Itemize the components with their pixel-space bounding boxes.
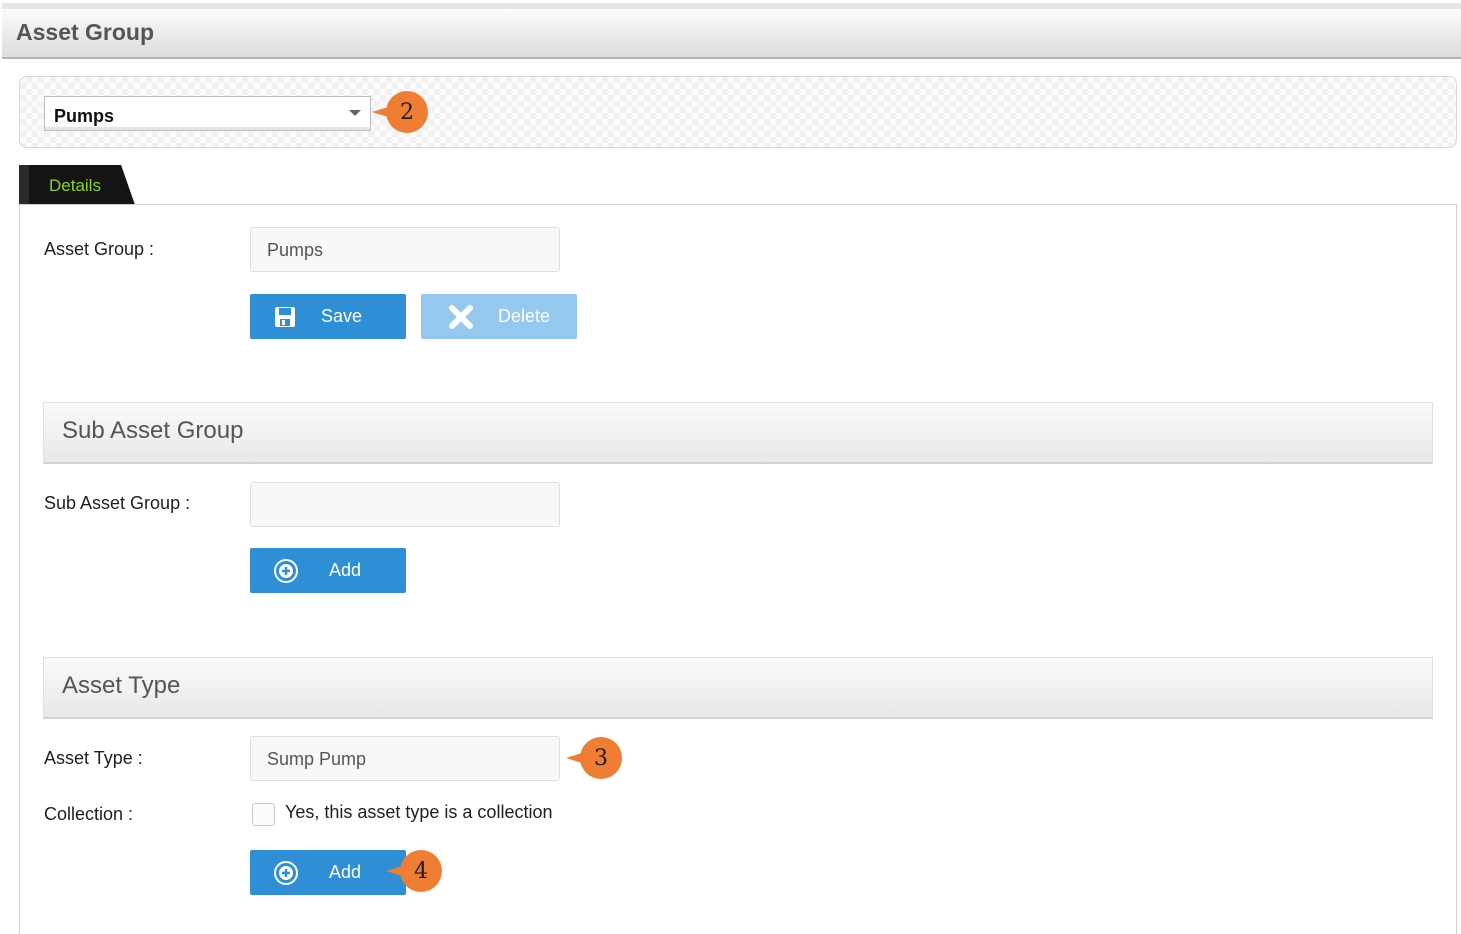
add-asset-type-button[interactable]: Add bbox=[250, 850, 406, 895]
page-title: Asset Group bbox=[16, 19, 155, 45]
delete-button[interactable]: Delete bbox=[421, 294, 577, 339]
asset-group-label: Asset Group : bbox=[44, 239, 155, 259]
page-header: Asset Group bbox=[2, 3, 1461, 59]
sub-asset-group-input[interactable] bbox=[250, 482, 560, 527]
add-asset-type-label: Add bbox=[329, 862, 362, 882]
asset-type-input[interactable]: Sump Pump bbox=[250, 736, 560, 781]
collection-checkbox-text[interactable]: Yes, this asset type is a collection bbox=[285, 802, 552, 823]
floppy-disk-icon bbox=[275, 307, 295, 327]
close-icon bbox=[449, 305, 473, 329]
save-button[interactable]: Save bbox=[250, 294, 406, 339]
plus-circle-icon bbox=[274, 559, 298, 583]
asset-type-input-value: Sump Pump bbox=[267, 749, 367, 769]
plus-circle-icon bbox=[274, 861, 298, 885]
tab-details[interactable]: Details bbox=[19, 165, 135, 205]
asset-group-dropdown[interactable]: Pumps bbox=[44, 96, 371, 131]
tab-edge bbox=[19, 165, 29, 205]
add-sub-asset-group-label: Add bbox=[329, 560, 362, 580]
asset-type-label: Asset Type : bbox=[44, 748, 143, 768]
sub-asset-group-section-header: Sub Asset Group bbox=[43, 402, 1433, 464]
asset-group-input-value: Pumps bbox=[267, 240, 324, 260]
delete-button-label: Delete bbox=[498, 306, 551, 326]
chevron-down-icon[interactable] bbox=[349, 110, 361, 116]
collection-checkbox[interactable] bbox=[252, 803, 275, 826]
tab-details-label: Details bbox=[49, 176, 101, 195]
asset-group-dropdown-value: Pumps bbox=[54, 106, 115, 126]
sub-asset-group-section-title: Sub Asset Group bbox=[62, 417, 244, 444]
callout-badge-3: 3 bbox=[566, 737, 622, 779]
details-panel bbox=[19, 204, 1457, 934]
asset-group-input[interactable]: Pumps bbox=[250, 227, 560, 272]
asset-type-section-title: Asset Type bbox=[62, 672, 181, 699]
add-sub-asset-group-button[interactable]: Add bbox=[250, 548, 406, 593]
asset-type-section-header: Asset Type bbox=[43, 657, 1433, 719]
sub-asset-group-label: Sub Asset Group : bbox=[44, 493, 191, 513]
callout-badge-4: 4 bbox=[386, 850, 442, 892]
callout-badge-2: 2 bbox=[372, 91, 428, 133]
collection-label: Collection : bbox=[44, 804, 134, 824]
save-button-label: Save bbox=[321, 306, 363, 326]
